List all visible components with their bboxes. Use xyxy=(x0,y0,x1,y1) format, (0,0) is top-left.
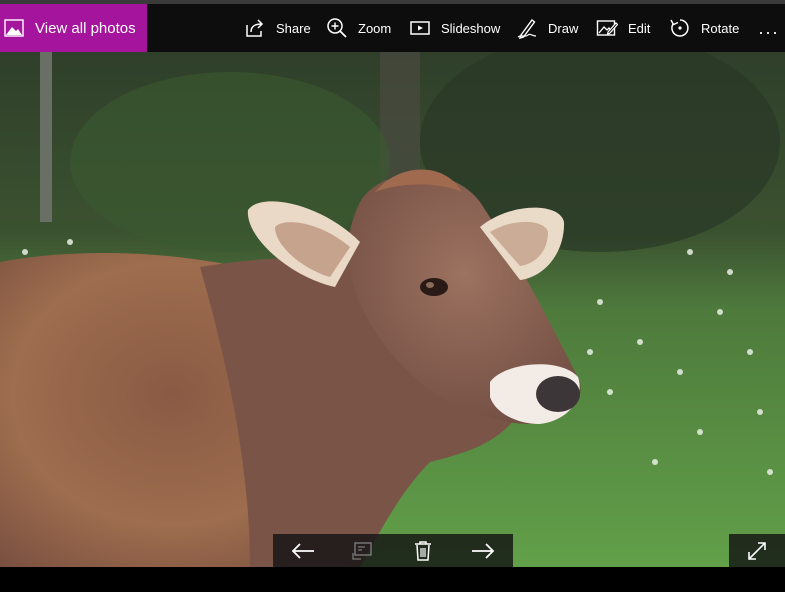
compare-icon xyxy=(352,541,372,560)
more-options-button[interactable]: ... xyxy=(754,4,784,52)
share-label: Share xyxy=(276,20,311,36)
share-icon xyxy=(246,19,264,37)
edit-icon xyxy=(596,20,618,36)
rotate-button[interactable]: Rotate xyxy=(669,4,739,52)
edit-button[interactable]: Edit xyxy=(596,4,650,52)
previous-button[interactable] xyxy=(275,534,331,567)
slideshow-icon xyxy=(410,21,430,35)
view-all-photos-button[interactable]: View all photos xyxy=(0,4,147,52)
zoom-button[interactable]: Zoom xyxy=(326,4,391,52)
edit-label: Edit xyxy=(628,20,651,36)
delete-button[interactable] xyxy=(395,534,451,567)
photo-toolbar: View all photos Share Zoom Slideshow Dra… xyxy=(0,4,785,52)
compare-button[interactable] xyxy=(335,534,391,567)
zoom-label: Zoom xyxy=(358,20,392,36)
rotate-icon xyxy=(670,19,689,37)
fullscreen-icon xyxy=(748,541,766,560)
rotate-label: Rotate xyxy=(701,20,740,36)
next-button[interactable] xyxy=(455,534,511,567)
previous-arrow-icon xyxy=(291,542,314,559)
draw-label: Draw xyxy=(548,20,579,36)
navigation-panel xyxy=(273,534,513,567)
slideshow-button[interactable]: Slideshow xyxy=(409,4,500,52)
delete-icon xyxy=(415,540,431,561)
bottom-bar xyxy=(0,567,785,592)
draw-button[interactable]: Draw xyxy=(516,4,578,52)
more-icon: ... xyxy=(758,17,780,38)
next-arrow-icon xyxy=(472,542,495,559)
photos-icon xyxy=(4,19,24,37)
fullscreen-button[interactable] xyxy=(729,534,785,567)
cow-photo xyxy=(0,52,785,567)
zoom-icon xyxy=(327,18,347,38)
draw-icon xyxy=(517,18,537,39)
photo-viewer[interactable] xyxy=(0,52,785,567)
slideshow-label: Slideshow xyxy=(441,20,501,36)
share-button[interactable]: Share xyxy=(244,4,311,52)
view-all-photos-label: View all photos xyxy=(35,19,136,37)
